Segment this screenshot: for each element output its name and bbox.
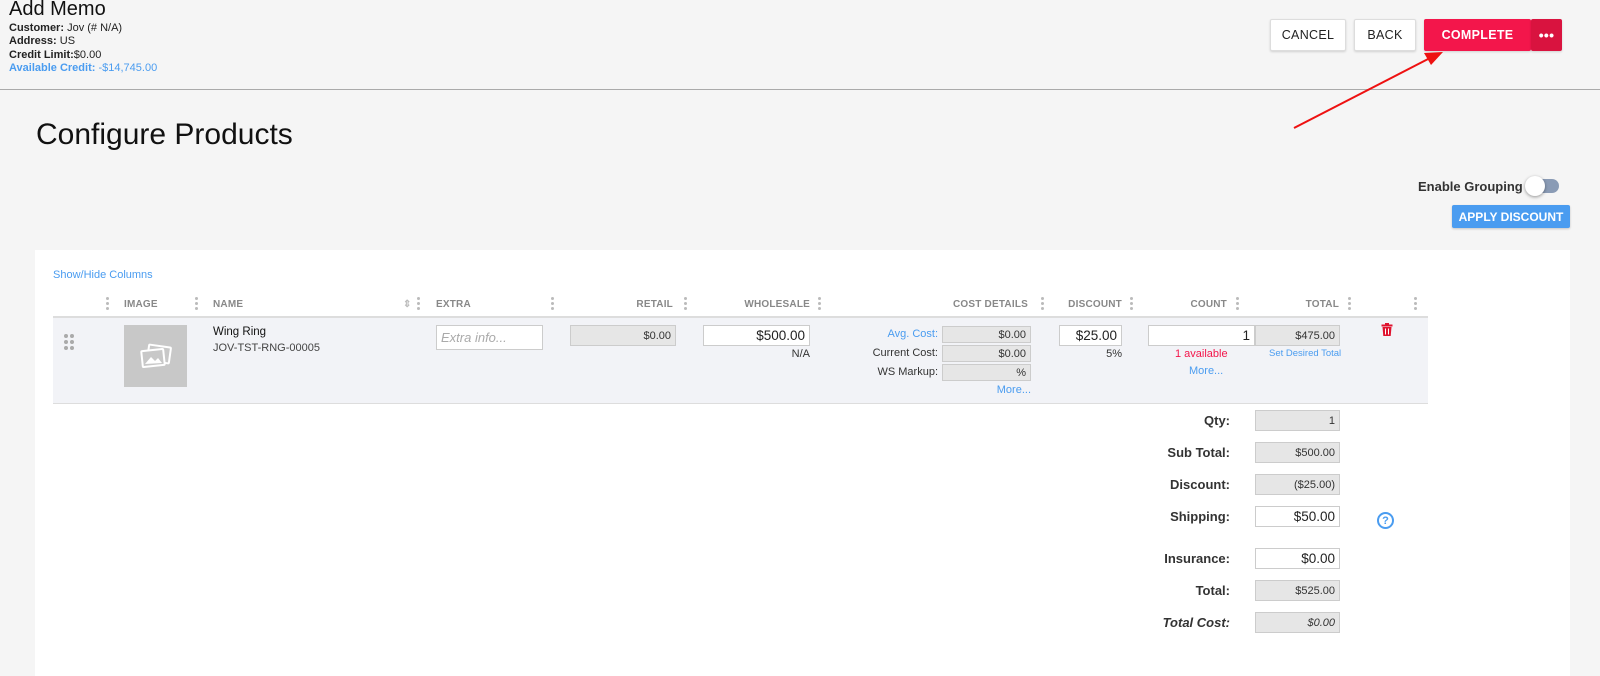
qty-value: 1	[1255, 410, 1340, 431]
discount-input[interactable]: $25.00	[1059, 325, 1122, 346]
cost-more-link[interactable]: More...	[960, 384, 1031, 396]
column-resize-handle[interactable]	[684, 297, 687, 311]
table-header: IMAGE NAME ⇕ EXTRA RETAIL WHOLESALE COST…	[53, 294, 1428, 318]
insurance-label: Insurance:	[1164, 551, 1230, 566]
extra-info-input[interactable]: Extra info...	[436, 325, 543, 350]
column-resize-handle[interactable]	[417, 297, 420, 311]
total-value: $525.00	[1255, 580, 1340, 601]
available-count: 1 available	[1175, 348, 1228, 360]
total-cost-value: $0.00	[1255, 612, 1340, 633]
credit-limit-value: $0.00	[73, 48, 102, 61]
col-cost-details: COST DETAILS	[953, 299, 1028, 310]
col-retail: RETAIL	[636, 299, 673, 310]
customer-info: Customer: Jov (# N/A) Address: US Credit…	[9, 22, 157, 76]
subtotal-label: Sub Total:	[1167, 445, 1230, 460]
qty-label: Qty:	[1204, 413, 1230, 428]
enable-grouping-toggle[interactable]	[1525, 176, 1559, 196]
delete-icon[interactable]	[1381, 323, 1393, 341]
count-input[interactable]: 1	[1148, 325, 1255, 346]
product-image-placeholder-icon	[124, 325, 187, 387]
column-resize-handle[interactable]	[1236, 297, 1239, 311]
ws-markup-input[interactable]: %	[942, 364, 1031, 381]
column-resize-handle[interactable]	[1414, 297, 1417, 311]
enable-grouping-label: Enable Grouping	[1418, 179, 1523, 194]
address-label: Address:	[9, 35, 57, 48]
subtotal-value: $500.00	[1255, 442, 1340, 463]
customer-label: Customer:	[9, 22, 65, 34]
customer-value: Jov (# N/A)	[67, 22, 123, 34]
avg-cost-link[interactable]: Avg. Cost:	[840, 328, 938, 340]
total-cost-label: Total Cost:	[1162, 615, 1230, 630]
sort-icon[interactable]: ⇕	[403, 299, 412, 310]
row-total-value: $475.00	[1255, 325, 1340, 346]
product-name[interactable]: Wing Ring	[213, 326, 266, 338]
col-total: TOTAL	[1305, 299, 1339, 310]
page-header: Add Memo Customer: Jov (# N/A) Address: …	[0, 0, 1600, 90]
discount-summary-value: ($25.00)	[1255, 474, 1340, 495]
column-resize-handle[interactable]	[106, 297, 109, 311]
shipping-label: Shipping:	[1170, 509, 1230, 524]
product-sku: JOV-TST-RNG-00005	[213, 342, 320, 354]
ws-markup-label: WS Markup:	[877, 366, 938, 378]
more-options-button[interactable]: •••	[1531, 19, 1562, 51]
back-button[interactable]: BACK	[1354, 19, 1416, 51]
page-heading: Add Memo	[9, 0, 106, 20]
wholesale-note: N/A	[791, 348, 810, 360]
address-value: US	[59, 35, 76, 48]
help-icon[interactable]: ?	[1377, 512, 1394, 529]
col-wholesale: WHOLESALE	[744, 299, 810, 310]
available-credit-label: Available Credit:	[9, 62, 96, 75]
shipping-input[interactable]: $50.00	[1255, 506, 1340, 527]
col-name[interactable]: NAME	[213, 299, 243, 310]
discount-summary-label: Discount:	[1170, 477, 1230, 492]
avg-cost-value: $0.00	[942, 326, 1031, 343]
credit-limit-label: Credit Limit:	[9, 48, 74, 61]
insurance-input[interactable]: $0.00	[1255, 548, 1340, 569]
discount-percent: 5%	[1106, 348, 1122, 360]
complete-button[interactable]: COMPLETE	[1424, 19, 1531, 51]
available-credit-value: -$14,745.00	[98, 62, 158, 75]
apply-discount-button[interactable]: APPLY DISCOUNT	[1452, 205, 1570, 228]
col-count: COUNT	[1190, 299, 1227, 310]
wholesale-input[interactable]: $500.00	[703, 325, 810, 346]
column-resize-handle[interactable]	[1130, 297, 1133, 311]
show-hide-columns-link[interactable]: Show/Hide Columns	[53, 269, 153, 281]
column-resize-handle[interactable]	[818, 297, 821, 311]
column-resize-handle[interactable]	[1041, 297, 1044, 311]
col-discount: DISCOUNT	[1068, 299, 1122, 310]
column-resize-handle[interactable]	[1348, 297, 1351, 311]
current-cost-value: $0.00	[942, 345, 1031, 362]
col-extra: EXTRA	[436, 299, 471, 310]
toggle-knob	[1525, 176, 1545, 196]
cancel-button[interactable]: CANCEL	[1270, 19, 1346, 51]
configure-products-title: Configure Products	[36, 118, 293, 151]
col-image: IMAGE	[124, 299, 158, 310]
count-more-link[interactable]: More...	[1189, 365, 1249, 377]
total-label: Total:	[1195, 583, 1230, 598]
column-resize-handle[interactable]	[195, 297, 198, 311]
retail-value: $0.00	[570, 325, 676, 346]
current-cost-label: Current Cost:	[872, 347, 938, 359]
set-desired-total-link[interactable]: Set Desired Total	[1269, 348, 1349, 359]
drag-handle-icon[interactable]	[64, 334, 74, 350]
column-resize-handle[interactable]	[551, 297, 554, 311]
